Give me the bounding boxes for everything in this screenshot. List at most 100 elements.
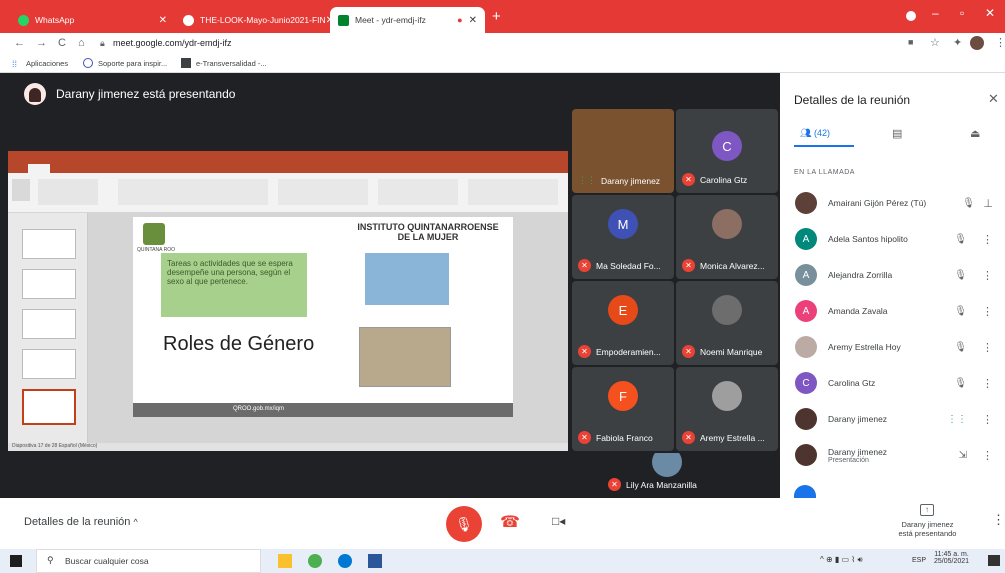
clock[interactable]: 11:45 a. m. 25/05/2021	[934, 551, 969, 565]
minimize-icon[interactable]: –	[932, 6, 939, 20]
present-now-icon[interactable]: ↑	[920, 504, 934, 516]
slide[interactable]: QUINTANA ROO INSTITUTO QUINTANARROENSE D…	[133, 217, 513, 417]
participant-tile[interactable]: F ✕ Fabiola Franco	[572, 367, 674, 451]
close-panel-icon[interactable]: ✕	[988, 91, 999, 107]
globe-icon	[83, 58, 93, 68]
bookmark-etransversalidad[interactable]: e-Transversalidad -...	[196, 59, 267, 68]
more-options-icon[interactable]: ⋮	[982, 413, 993, 426]
mic-off-icon: 🎙︎	[954, 377, 967, 389]
thumbnail[interactable]	[22, 349, 76, 379]
chat-icon[interactable]: ▤	[892, 127, 902, 140]
meeting-details-panel: Detalles de la reunión ✕ 👥︎ (42) ▤ ⏏︎ EN…	[780, 73, 1005, 498]
slide-title: Roles de Género	[163, 333, 315, 355]
camera-icon[interactable]: ■	[908, 37, 913, 47]
extensions-icon[interactable]: ✦	[953, 36, 962, 49]
participant-tile[interactable]: ✕ Aremy Estrella ...	[676, 367, 778, 451]
leave-call-button[interactable]: ☎︎	[500, 512, 520, 532]
mic-toggle-button[interactable]: 🎙︎	[446, 506, 482, 542]
thumbnail[interactable]	[22, 309, 76, 339]
avatar[interactable]	[970, 36, 984, 50]
participant-row[interactable]: Darany jimenez ⋮⋮ ⋮	[795, 402, 995, 436]
more-options-icon[interactable]: ⋮	[982, 305, 993, 318]
presentation-label: Presentación	[828, 456, 869, 464]
window-close-icon[interactable]: ✕	[985, 6, 995, 20]
notifications-icon[interactable]	[988, 555, 1000, 566]
tab-home[interactable]	[28, 164, 50, 173]
chrome-icon[interactable]	[308, 554, 322, 568]
participant-name: Darany jimenez	[828, 414, 888, 424]
tab-the-look[interactable]: THE-LOOK-Mayo-Junio2021-FIN ✕	[175, 7, 330, 33]
new-tab-icon[interactable]: +	[492, 8, 501, 25]
meeting-details-button[interactable]: Detalles de la reunión ^	[24, 516, 138, 528]
more-options-icon[interactable]: ⋮	[982, 377, 993, 390]
participant-row[interactable]: Amairani Gijón Pérez (Tú) 🎙︎ ⊥	[795, 186, 995, 220]
thumbnail[interactable]	[22, 269, 76, 299]
more-options-icon[interactable]: ⋮	[982, 269, 993, 282]
participant-name: Amairani Gijón Pérez (Tú)	[828, 198, 927, 208]
bookmark-apps[interactable]: Aplicaciones	[26, 59, 68, 68]
tab-whatsapp[interactable]: WhatsApp ✕	[10, 7, 175, 33]
tab-indicator	[794, 145, 854, 147]
maximize-icon[interactable]: ▫	[960, 6, 964, 20]
avatar: F	[608, 381, 638, 411]
participant-row[interactable]: Aremy Estrella Hoy 🎙︎ ⋮	[795, 330, 995, 364]
windows-taskbar: ⚲ Buscar cualquier cosa ^ ⊕ ▮ ▭ ⌇ 🔊︎ ESP…	[0, 549, 1005, 573]
home-icon[interactable]: ⌂	[78, 37, 85, 49]
participant-tile[interactable]: E ✕ Empoderamien...	[572, 281, 674, 365]
presenting-status[interactable]: Darany jimenez está presentando	[880, 520, 975, 538]
taskbar-search[interactable]: ⚲ Buscar cualquier cosa	[36, 549, 261, 573]
mic-off-icon: ✕	[578, 431, 591, 444]
more-options-icon[interactable]: ⋮	[982, 449, 993, 462]
thumbnail[interactable]	[22, 229, 76, 259]
avatar: A	[795, 300, 817, 322]
more-options-icon[interactable]: ⋮	[992, 512, 1005, 528]
participant-row[interactable]: Darany jimenez Presentación ⇲ ⋮	[795, 438, 995, 472]
presenting-banner: Darany jimenez está presentando	[56, 87, 236, 101]
participant-tile[interactable]: ✕ Lily Ara Manzanilla	[600, 453, 740, 495]
edge-icon[interactable]	[338, 554, 352, 568]
participant-row[interactable]: A Adela Santos hipolito 🎙︎ ⋮	[795, 222, 995, 256]
avatar	[795, 336, 817, 358]
system-tray-icons[interactable]: ^ ⊕ ▮ ▭ ⌇ 🔊︎	[820, 555, 862, 565]
tab-people[interactable]: 👥︎ (42)	[800, 128, 830, 139]
profile-icon[interactable]	[906, 11, 916, 21]
reload-icon[interactable]: C	[58, 37, 66, 49]
participant-tile[interactable]: ✕ Monica Alvarez...	[676, 195, 778, 279]
pin-icon[interactable]: ⊥	[983, 197, 993, 210]
participant-name: Alejandra Zorrilla	[828, 270, 893, 280]
back-icon[interactable]: ←	[14, 37, 25, 49]
mic-off-icon: 🎙︎	[954, 305, 967, 317]
more-options-icon[interactable]: ⋮	[982, 341, 993, 354]
participant-row[interactable]: A Alejandra Zorrilla 🎙︎ ⋮	[795, 258, 995, 292]
section-label: EN LA LLAMADA	[794, 169, 855, 176]
present-icon: ⇲	[958, 449, 967, 461]
participant-row[interactable]: A Amanda Zavala 🎙︎ ⋮	[795, 294, 995, 328]
file-explorer-icon[interactable]	[278, 554, 292, 568]
star-icon[interactable]: ☆	[930, 36, 940, 49]
language-indicator[interactable]: ESP	[912, 557, 926, 564]
word-icon[interactable]	[368, 554, 382, 568]
menu-icon[interactable]: ⋮	[995, 36, 1005, 49]
avatar: A	[795, 264, 817, 286]
camera-toggle-button[interactable]: □◂	[552, 514, 565, 528]
url-field[interactable]: meet.google.com/ydr-emdj-ifz	[113, 38, 232, 48]
close-icon[interactable]: ✕	[159, 15, 167, 26]
avatar	[795, 192, 817, 214]
activities-icon[interactable]: ⏏︎	[970, 127, 980, 140]
participant-tile[interactable]: M ✕ Ma Soledad Fo...	[572, 195, 674, 279]
more-options-icon[interactable]: ⋮	[982, 233, 993, 246]
thumbnail-selected[interactable]	[22, 389, 76, 425]
tab-meet[interactable]: Meet - ydr-emdj-ifz ● ✕	[330, 7, 485, 33]
bookmark-soporte[interactable]: Soporte para inspir...	[98, 59, 167, 68]
paste-button[interactable]	[12, 179, 30, 201]
slide-thumbnails[interactable]	[8, 213, 88, 443]
participant-tile[interactable]: ✕ Noemi Manrique	[676, 281, 778, 365]
forward-icon[interactable]: →	[36, 37, 47, 49]
close-icon[interactable]: ✕	[469, 15, 477, 26]
participant-row[interactable]: C Carolina Gtz 🎙︎ ⋮	[795, 366, 995, 400]
participant-tile[interactable]: ⋮⋮ Darany jimenez	[572, 109, 674, 193]
windows-start-icon[interactable]	[10, 555, 22, 567]
participant-tile[interactable]: C ✕ Carolina Gtz	[676, 109, 778, 193]
tab-label: Meet - ydr-emdj-ifz	[355, 15, 426, 25]
tab-label: WhatsApp	[35, 15, 75, 25]
